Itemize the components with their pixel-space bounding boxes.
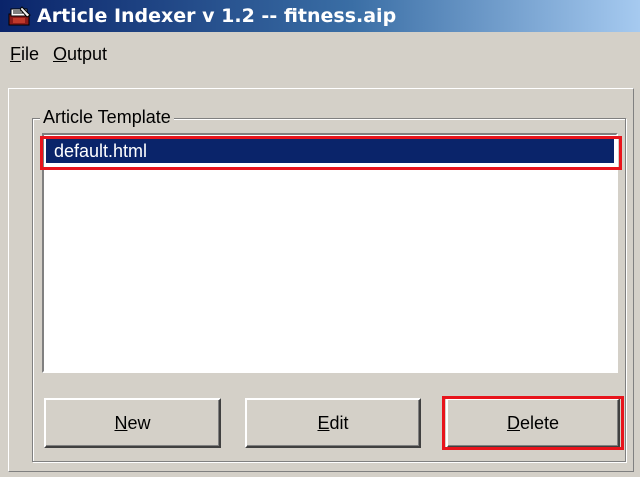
new-button-label: ew [127,413,151,433]
menu-output-label: utput [67,44,108,64]
window-title: Article Indexer v 1.2 -- fitness.aip [37,5,397,27]
delete-button-label: elete [519,413,560,433]
title-bar[interactable]: Article Indexer v 1.2 -- fitness.aip [0,0,640,32]
menu-file-accel: F [10,44,21,64]
menu-output-accel: O [53,44,68,64]
menu-file[interactable]: File [10,44,39,64]
delete-button-accel: D [506,413,520,433]
edit-button-label: dit [329,413,349,433]
template-listbox[interactable]: default.html [42,133,618,373]
main-window: Article Indexer v 1.2 -- fitness.aip Fil… [0,0,640,477]
menu-output[interactable]: Output [53,44,107,64]
menu-bar: File Output [0,32,640,72]
article-template-label: Article Template [40,106,174,128]
new-button[interactable]: New [44,398,221,448]
delete-button[interactable]: Delete [446,398,620,448]
edit-button[interactable]: Edit [245,398,421,448]
list-item[interactable]: default.html [46,139,614,163]
menu-file-label: ile [21,44,40,64]
app-icon [8,5,32,27]
new-button-accel: N [114,413,128,433]
edit-button-accel: E [317,413,330,433]
